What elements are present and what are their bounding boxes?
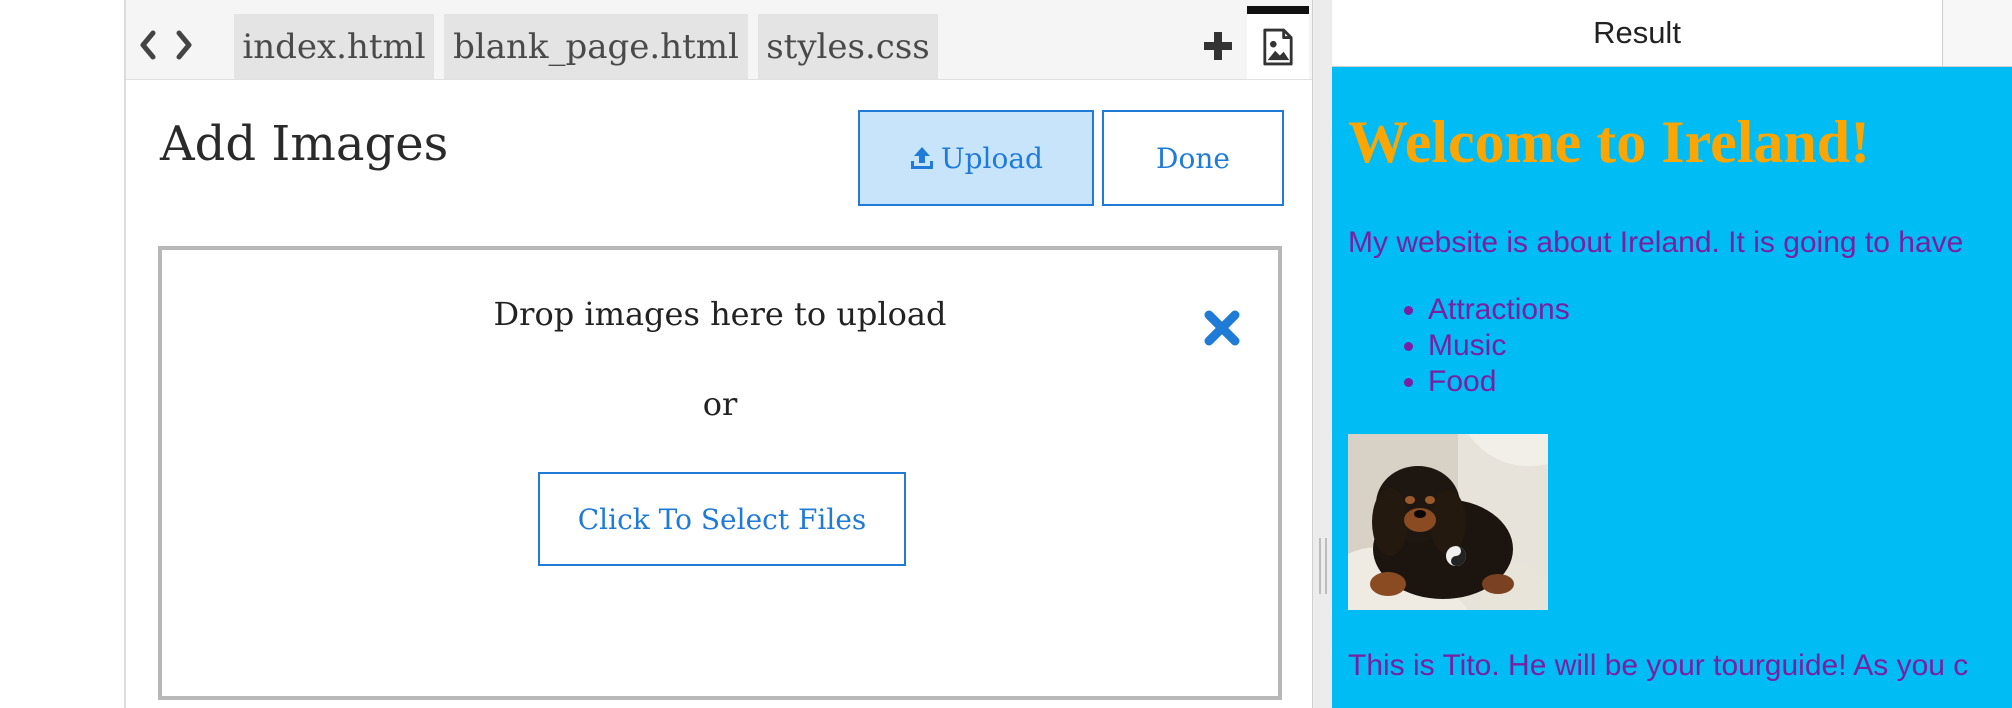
tab-blank-page-html[interactable]: blank_page.html (444, 14, 748, 79)
plus-icon (1204, 32, 1232, 60)
chevron-left-icon (140, 30, 156, 60)
chevron-right-icon (176, 30, 192, 60)
panel-splitter[interactable] (1312, 0, 1333, 708)
tab-index-html[interactable]: index.html (234, 14, 434, 79)
result-panel: Result Welcome to Ireland! My website is… (1332, 0, 2012, 708)
result-tab-bar: Result (1332, 0, 2012, 67)
list-item: Music (1428, 328, 1570, 364)
preview-caption: This is Tito. He will be your tourguide!… (1348, 649, 1969, 682)
close-icon (1204, 310, 1240, 346)
select-files-label: Click To Select Files (577, 502, 867, 536)
add-file-button[interactable] (1198, 26, 1238, 66)
upload-button[interactable]: Upload (858, 110, 1094, 206)
image-file-icon (1263, 28, 1293, 65)
result-tab-label: Result (1593, 15, 1681, 50)
splitter-grip (1319, 538, 1327, 594)
image-drop-zone[interactable]: Drop images here to upload or Click To S… (158, 246, 1282, 700)
list-item: Food (1428, 364, 1570, 400)
or-separator: or (702, 385, 738, 423)
editor-panel: index.html blank_page.html styles.css Ad… (124, 0, 1314, 708)
preview-paragraph: My website is about Ireland. It is going… (1348, 226, 1964, 259)
dog-photo (1348, 434, 1548, 610)
done-button-label: Done (1156, 141, 1230, 175)
page-title: Add Images (160, 116, 449, 172)
tab-label: index.html (242, 26, 426, 67)
upload-button-label: Upload (941, 141, 1043, 175)
done-button[interactable]: Done (1102, 110, 1284, 206)
list-item: Attractions (1428, 292, 1570, 328)
preview-list: Attractions Music Food (1348, 292, 1570, 400)
forward-button[interactable] (166, 24, 202, 66)
select-files-button[interactable]: Click To Select Files (538, 472, 906, 566)
tab-label: blank_page.html (453, 26, 739, 67)
tab-styles-css[interactable]: styles.css (758, 14, 938, 79)
tab-images[interactable] (1247, 6, 1309, 79)
upload-icon (911, 147, 934, 169)
back-button[interactable] (130, 24, 166, 66)
tab-result[interactable]: Result (1332, 0, 1943, 66)
drop-instructions: Drop images here to upload (493, 295, 947, 333)
file-tab-bar: index.html blank_page.html styles.css (126, 0, 1314, 80)
preview-heading: Welcome to Ireland! (1348, 109, 1871, 175)
tab-label: styles.css (766, 26, 930, 67)
close-button[interactable] (1202, 308, 1242, 348)
